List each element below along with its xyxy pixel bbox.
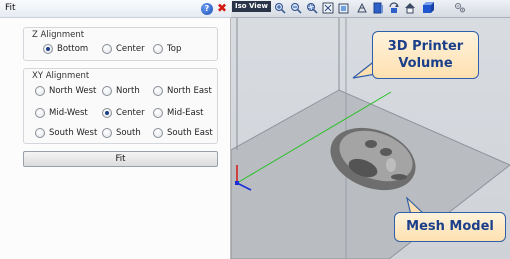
xy-radio-center[interactable]: Center: [102, 108, 145, 118]
radio-icon: [153, 128, 163, 138]
mesh-model-eye: [365, 140, 377, 148]
panel-header: Fit ? ✖: [0, 0, 231, 18]
radio-icon: [35, 128, 45, 138]
viewport-toolbar: Iso View: [231, 0, 510, 18]
xy-radio-south-west[interactable]: South West: [35, 128, 97, 138]
radio-label: Center: [116, 44, 145, 54]
radio-icon: [153, 44, 163, 54]
radio-label: South West: [49, 128, 98, 138]
xy-radio-mid-east[interactable]: Mid-East: [153, 108, 204, 118]
xy-radio-north-west[interactable]: North West: [35, 86, 96, 96]
callout-mesh-model: Mesh Model: [394, 212, 506, 242]
xy-radio-south[interactable]: South: [102, 128, 141, 138]
zoom-out-icon[interactable]: [290, 2, 302, 14]
radio-label: North: [116, 86, 140, 96]
radio-label: Bottom: [57, 44, 89, 54]
radio-label: South: [116, 128, 141, 138]
z-alignment-title: Z Alignment: [32, 30, 85, 40]
solid-shading-icon[interactable]: [422, 2, 434, 14]
radio-icon: [102, 44, 112, 54]
radio-icon: [153, 86, 163, 96]
rotate-icon[interactable]: [388, 2, 400, 14]
radio-label: Top: [167, 44, 182, 54]
radio-checked-icon: [102, 108, 112, 118]
3d-viewport[interactable]: Iso View 3D Printer Volume Mesh Model: [231, 0, 510, 259]
perspective-icon[interactable]: [356, 2, 368, 14]
front-view-icon[interactable]: [372, 2, 384, 14]
radio-checked-icon: [43, 44, 53, 54]
radio-label: North West: [49, 86, 97, 96]
view-tab[interactable]: Iso View: [232, 1, 271, 12]
radio-icon: [102, 86, 112, 96]
zoom-fit-icon[interactable]: [322, 2, 334, 14]
mesh-model-eye: [380, 148, 392, 156]
z-alignment-group: Z Alignment Bottom Center Top: [23, 27, 218, 61]
home-icon[interactable]: [404, 2, 416, 14]
fit-panel: Fit ? ✖ Z Alignment Bottom Center Top XY…: [0, 0, 231, 259]
radio-icon: [102, 128, 112, 138]
radio-icon: [35, 108, 45, 118]
radio-label: Mid-West: [49, 108, 88, 118]
xy-radio-north[interactable]: North: [102, 86, 140, 96]
z-radio-top[interactable]: Top: [153, 44, 181, 54]
z-radio-center[interactable]: Center: [102, 44, 145, 54]
xy-radio-mid-west[interactable]: Mid-West: [35, 108, 88, 118]
radio-label: Mid-East: [167, 108, 204, 118]
xy-alignment-title: XY Alignment: [32, 71, 90, 81]
radio-label: South East: [167, 128, 213, 138]
radio-label: North East: [167, 86, 212, 96]
callout-volume-line1: 3D Printer: [387, 39, 464, 54]
origin-marker: [235, 181, 239, 185]
callout-printer-volume: 3D Printer Volume: [372, 31, 479, 79]
zoom-window-icon[interactable]: [306, 2, 318, 14]
radio-icon: [153, 108, 163, 118]
panel-title: Fit: [5, 3, 16, 13]
mesh-model-nose: [386, 158, 396, 172]
xy-alignment-group: XY Alignment North West North North East…: [23, 68, 218, 144]
mesh-model-mouth: [391, 174, 407, 180]
xy-radio-south-east[interactable]: South East: [153, 128, 213, 138]
radio-icon: [35, 86, 45, 96]
callout-volume-line2: Volume: [398, 56, 453, 71]
zoom-in-icon[interactable]: [274, 2, 286, 14]
z-radio-bottom[interactable]: Bottom: [43, 44, 88, 54]
close-icon[interactable]: ✖: [216, 2, 228, 15]
radio-label: Center: [116, 108, 145, 118]
settings-icon[interactable]: [454, 2, 466, 14]
fit-button[interactable]: Fit: [23, 151, 218, 167]
view-cube-icon[interactable]: [338, 2, 350, 14]
xy-radio-north-east[interactable]: North East: [153, 86, 212, 96]
help-icon[interactable]: ?: [201, 3, 213, 15]
